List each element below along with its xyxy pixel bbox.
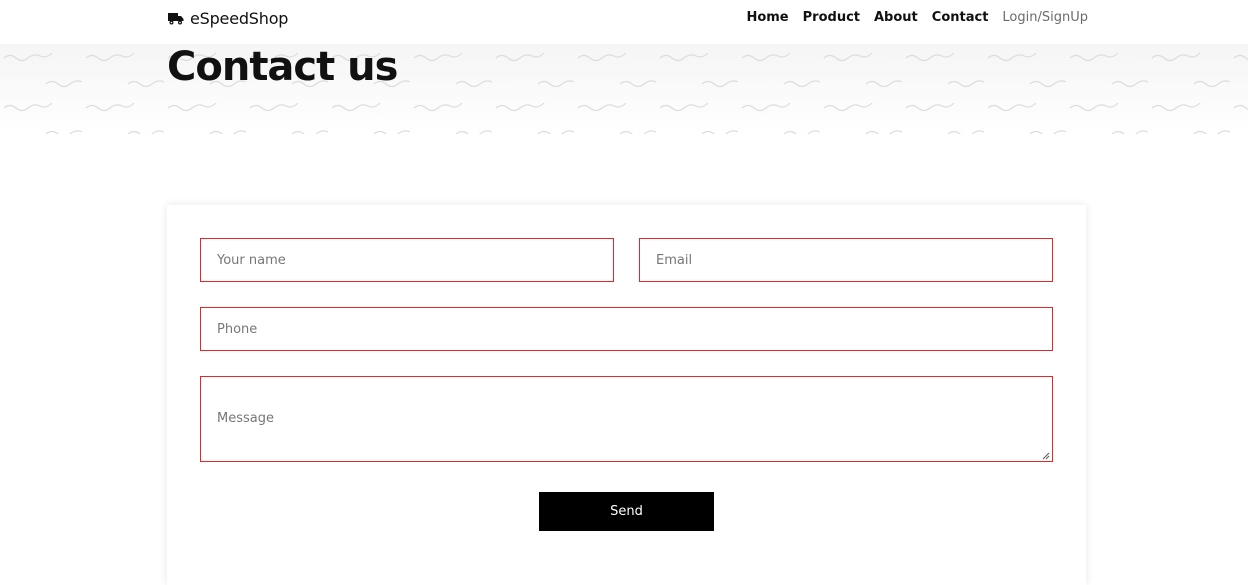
name-input[interactable]	[200, 238, 614, 282]
nav-contact-link[interactable]: Contact	[932, 10, 989, 25]
nav-links: Home Product About Contact Login/SignUp	[746, 10, 1088, 25]
truck-icon	[168, 13, 184, 25]
nav-about-link[interactable]: About	[874, 10, 918, 25]
nav-login-signup-link[interactable]: Login/SignUp	[1002, 10, 1088, 25]
send-button[interactable]: Send	[539, 492, 714, 531]
brand-name: eSpeedShop	[190, 9, 289, 28]
contact-form-card: Send	[167, 205, 1086, 585]
navbar: eSpeedShop Home Product About Contact Lo…	[0, 0, 1248, 40]
resize-grip-icon[interactable]	[1042, 452, 1050, 460]
hero-banner: Contact us	[0, 44, 1248, 134]
phone-input[interactable]	[200, 307, 1053, 351]
nav-home-link[interactable]: Home	[746, 10, 788, 25]
nav-product-link[interactable]: Product	[803, 10, 860, 25]
brand-link[interactable]: eSpeedShop	[168, 9, 288, 28]
page-title: Contact us	[167, 44, 398, 90]
message-textarea[interactable]	[200, 376, 1053, 462]
email-input[interactable]	[639, 238, 1053, 282]
